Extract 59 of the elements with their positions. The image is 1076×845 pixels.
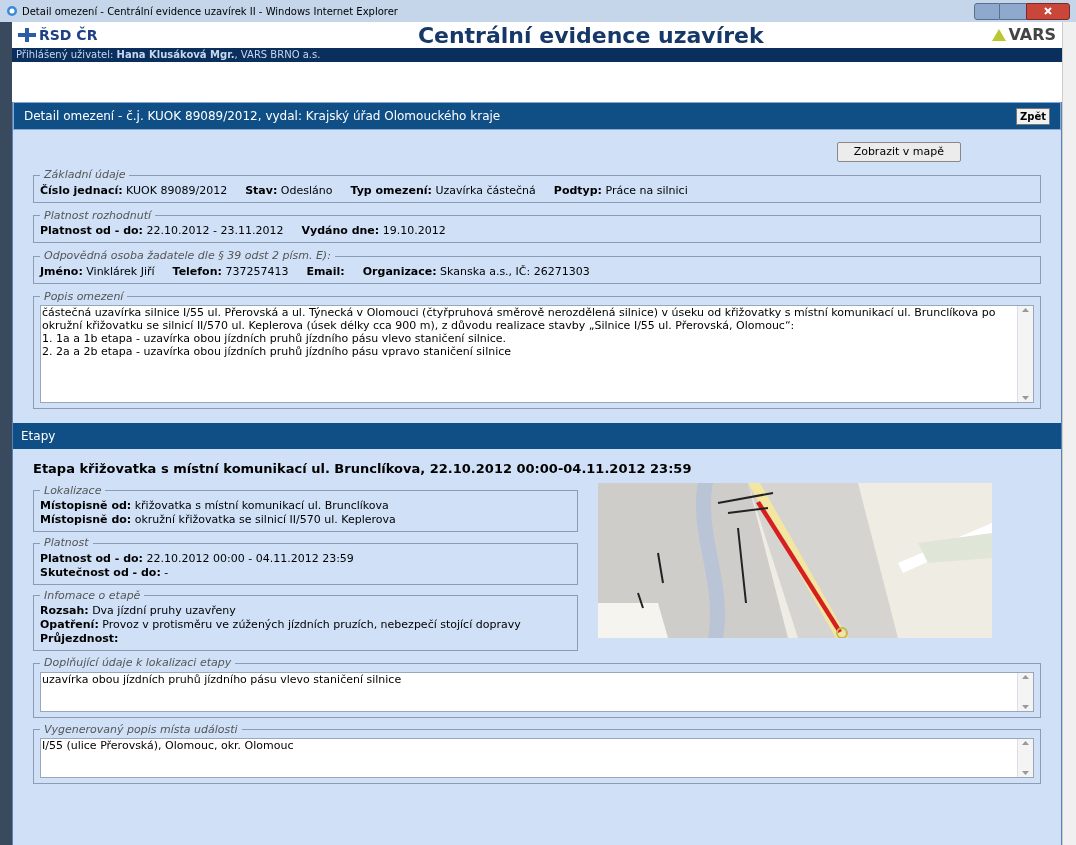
back-button[interactable]: Zpět <box>1016 107 1050 125</box>
logo-text: ŘSD ČR <box>39 25 99 45</box>
maximize-button[interactable] <box>1000 2 1026 20</box>
scroll-down-icon[interactable] <box>1022 771 1029 775</box>
field-text: Rozsah: Dva jízdní pruhy uzavřeny <box>40 604 237 618</box>
field-text: Jméno: Vinklárek Jiří <box>40 264 155 279</box>
scroll-up-icon[interactable] <box>1022 741 1029 745</box>
text-area-value: I/55 (ulice Přerovská), Olomouc, okr. Olomouc <box>41 739 295 754</box>
scroll-up-icon[interactable] <box>1022 674 1029 679</box>
panel-title: Detail omezení - č.j. KUOK 89089/2012, vydal: Krajský úřad Olomouckého kraje <box>24 108 501 125</box>
field-text: Místopisně do: okružní křižovatka se silnicí II/570 ul. Keplerova <box>40 513 397 527</box>
browser-icon <box>6 5 18 17</box>
logo-text: VARS <box>1008 24 1056 46</box>
fieldset-legend: Popis omezení <box>40 288 128 305</box>
scroll-down-icon[interactable] <box>1022 396 1029 400</box>
field-text: Platnost od - do: 22.10.2012 - 23.11.2012 <box>40 224 284 238</box>
scrollbar[interactable] <box>1017 739 1033 777</box>
minimize-button[interactable] <box>974 2 1000 20</box>
field-text: Podtyp: Práce na silnici <box>553 183 688 198</box>
fieldset-legend: Platnost <box>40 535 93 552</box>
field-text: Typ omezení: Uzavírka částečná <box>350 183 536 198</box>
text-area[interactable]: I/55 (ulice Přerovská), Olomouc, okr. Olomouc <box>40 738 1034 778</box>
scroll-up-icon[interactable] <box>1022 308 1029 312</box>
field-text: Vydáno dne: 19.10.2012 <box>301 224 446 238</box>
user-text: Přihlášený uživatel: Hana Klusáková Mgr., VARS BRNO a.s. <box>16 49 321 60</box>
fieldset-legend: Vygenerovaný popis místa události <box>40 721 242 738</box>
text-area-value: uzavírka obou jízdních pruhů jízdního pásu vlevo staničení silnice <box>41 672 403 688</box>
field-text: Číslo jednací: KUOK 89089/2012 <box>40 183 228 198</box>
field-text: Email: <box>306 264 345 279</box>
text-area[interactable] <box>40 305 1034 403</box>
fieldset-legend: Lokalizace <box>40 482 106 499</box>
field-text: Organizace: Skanska a.s., IČ: 26271303 <box>362 264 590 279</box>
page-scrollbar[interactable] <box>1062 22 1076 845</box>
close-icon[interactable] <box>1044 7 1052 15</box>
field-text: Skutečnost od - do: - <box>40 565 170 580</box>
scroll-down-icon[interactable] <box>1022 704 1029 709</box>
fieldset-legend: Doplňující údaje k lokalizaci etapy <box>40 655 236 672</box>
text-area-value: částečná uzavírka silnice I/55 ul. Přerovská a ul. Týnecká v Olomouci (čtyřpruhová směrově nerozdělená silnice) v úseku od křižovatky s místní komunikací ul. Brunclíkova po okružní křižovatku se silnicí II/570 ul. Keplerova (úsek délky cca 900 m), z důvodu realizace stavby „Silnice I/55 ul. Přerovská, Olomouc“: 1. 1a a 1b etapa - uzavírka obou jízdních pruhů jízdního pásu vlevo staničení silnice. 2. 2a a 2b etapa - uzavírka obou jízdních pruhů jízdního pásu vpravo staničení silnice <box>41 306 997 360</box>
scrollbar[interactable] <box>1017 306 1033 402</box>
fieldset-legend: Základní údaje <box>40 167 130 184</box>
text-area[interactable]: uzavírka obou jízdních pruhů jízdního pásu vlevo staničení silnice <box>40 671 1034 712</box>
window-title: Detail omezení - Centrální evidence uzavírek II - Windows Internet Explorer <box>22 4 398 19</box>
field-text: Telefon: 737257413 <box>172 264 289 279</box>
section-title: Etapy <box>21 428 56 445</box>
field-text: Průjezdnost: <box>40 632 120 646</box>
scrollbar[interactable] <box>1017 672 1033 711</box>
close-button[interactable] <box>1026 2 1070 20</box>
field-text: Opatření: Provoz v protisměru ve zúžených jízdních pruzích, nebezpečí stojící dopravy <box>40 618 522 632</box>
field-text: Místopisně od: křižovatka s místní komunikací ul. Brunclíkova <box>40 499 390 513</box>
field-text: Platnost od - do: 22.10.2012 00:00 - 04.11.2012 23:59 <box>40 551 355 566</box>
field-text: Stav: Odesláno <box>245 183 333 198</box>
fieldset-legend: Odpovědná osoba žadatele dle § 39 odst 2 písm. E): <box>40 248 335 265</box>
stage-title: Etapa křižovatka s místní komunikací ul. Brunclíkova, 22.10.2012 00:00-04.11.2012 23:59 <box>33 460 693 478</box>
fieldset-legend: Platnost rozhodnutí <box>40 207 155 224</box>
app-title: Centrální evidence uzavírek <box>416 21 765 50</box>
fieldset-legend: Infomace o etapě <box>40 587 145 604</box>
logo-icon <box>992 29 1007 41</box>
show-map-button[interactable]: Zobrazit v mapě <box>836 142 961 162</box>
logo-icon <box>18 28 36 42</box>
